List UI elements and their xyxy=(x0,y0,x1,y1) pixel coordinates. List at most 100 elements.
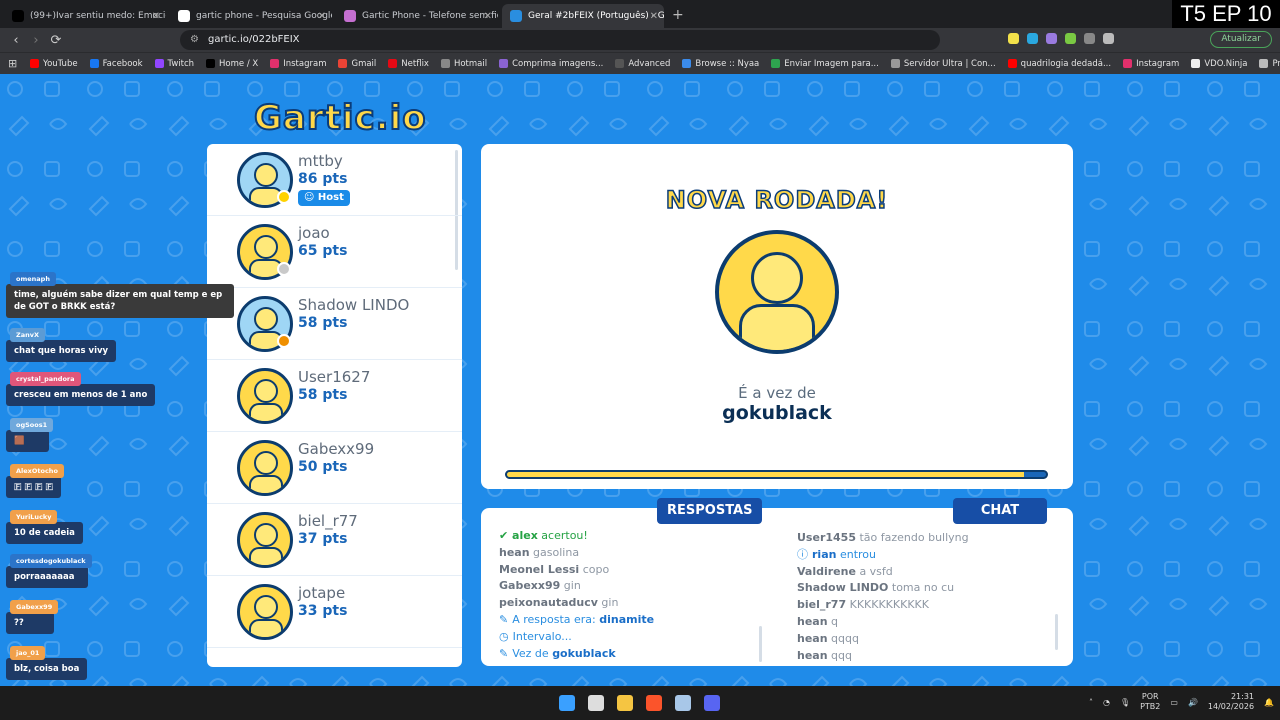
system-label: A resposta era: xyxy=(512,612,596,626)
volume-icon[interactable]: 🔊 xyxy=(1188,698,1198,707)
answer-text: copo xyxy=(582,562,610,576)
player-row[interactable]: Gabexx99 50 pts xyxy=(207,432,462,504)
file-explorer-icon[interactable] xyxy=(617,695,633,711)
extension-icon[interactable] xyxy=(1008,33,1019,44)
forward-icon[interactable]: › xyxy=(26,33,46,48)
bookmark-item[interactable]: Twitch xyxy=(154,58,195,69)
player-row[interactable]: User1627 58 pts xyxy=(207,360,462,432)
bookmark-item[interactable]: Instagram xyxy=(1123,59,1179,69)
answer-line: hean gasolina xyxy=(499,545,654,562)
player-row[interactable]: biel_r77 37 pts xyxy=(207,504,462,576)
language-indicator[interactable]: POR PTB2 xyxy=(1140,692,1160,712)
browser-tab[interactable]: (99+)Ivar sentiu medo: Emocionante✕ xyxy=(4,4,166,28)
close-icon[interactable]: ✕ xyxy=(650,11,658,22)
extension-icon[interactable] xyxy=(1103,33,1114,44)
tab-title: (99+)Ivar sentiu medo: Emocionante xyxy=(30,11,166,21)
round-card: NOVA RODADA! É a vez de gokublack xyxy=(481,144,1073,489)
clock[interactable]: 21:31 14/02/2026 xyxy=(1208,692,1254,712)
answers-scrollbar[interactable] xyxy=(759,626,762,662)
system-value: dinamite xyxy=(599,612,655,626)
browser-tab[interactable]: gartic phone - Pesquisa Google ✕ xyxy=(170,4,332,28)
bookmark-item[interactable]: Comprima imagens... xyxy=(499,59,603,69)
bookmark-icon xyxy=(89,59,99,68)
tray-chevron-icon[interactable]: ˄ xyxy=(1089,698,1093,707)
avatar-body xyxy=(249,403,283,421)
player-points: 50 pts xyxy=(298,459,348,475)
extension-icon[interactable] xyxy=(1065,33,1076,44)
bookmark-icon xyxy=(499,59,509,68)
player-name: joao xyxy=(298,224,330,242)
bookmark-label: Twitch xyxy=(167,58,195,69)
display-icon[interactable]: ▭ xyxy=(1170,698,1178,707)
avatar-body xyxy=(249,475,283,493)
bookmark-item[interactable]: Browse :: Nyaa xyxy=(682,59,759,69)
player-name: biel_r77 xyxy=(298,512,358,530)
player-row[interactable]: Shadow LINDO 58 pts xyxy=(207,288,462,360)
browser-tab[interactable]: Geral #2bFEIX (Português) - Gartic✕ xyxy=(502,4,664,28)
update-button[interactable]: Atualizar xyxy=(1210,31,1272,48)
tab-chat[interactable]: CHAT xyxy=(953,498,1047,524)
player-row[interactable]: joao 65 pts xyxy=(207,216,462,288)
app-icon[interactable] xyxy=(675,695,691,711)
extension-icon[interactable] xyxy=(1046,33,1057,44)
stream-chat-user: cortesdogokublack xyxy=(10,554,92,568)
bookmark-item[interactable]: Hotmail xyxy=(440,59,487,69)
stream-chat-text: time, alguém sabe dizer em qual temp e e… xyxy=(6,284,234,318)
brave-browser-icon[interactable] xyxy=(646,695,662,711)
stream-chat-message: Gabexx99?? xyxy=(6,594,59,634)
site-info-icon[interactable]: ⚙ xyxy=(190,30,199,50)
address-input[interactable]: ⚙ gartic.io/022bFEIX xyxy=(180,30,940,50)
stream-chat-text: 10 de cadeia xyxy=(6,522,83,544)
player-row[interactable]: jotape 33 pts xyxy=(207,576,462,648)
answer-line: peixonautaducv gin xyxy=(499,595,654,612)
stream-chat-text: chat que horas vivy xyxy=(6,340,117,362)
back-icon[interactable]: ‹ xyxy=(6,33,26,48)
bookmark-item[interactable]: Instagram xyxy=(270,59,326,69)
bookmark-item[interactable]: YouTube xyxy=(30,59,78,69)
notifications-icon[interactable]: 🔔 xyxy=(1264,698,1274,707)
chat-scrollbar[interactable] xyxy=(1055,614,1058,650)
chat-text: a vsfd xyxy=(859,564,893,578)
stream-chat-user: ogSoos1 xyxy=(10,418,54,432)
tab-answers[interactable]: RESPOSTAS xyxy=(657,498,763,524)
player-row[interactable]: mttby 86 pts ☺ Host xyxy=(207,144,462,216)
windows-start-icon[interactable] xyxy=(559,695,575,711)
discord-icon[interactable] xyxy=(704,695,720,711)
bookmark-item[interactable]: Gmail xyxy=(338,59,376,69)
bookmark-item[interactable]: VDO.Ninja xyxy=(1191,59,1247,69)
extension-icon[interactable] xyxy=(1027,33,1038,44)
bookmark-item[interactable]: Netflix xyxy=(388,59,429,69)
browser-tab[interactable]: Gartic Phone - Telefone sem fio ✕ xyxy=(336,4,498,28)
network-icon[interactable]: ◔ xyxy=(1103,698,1110,707)
bookmark-icon xyxy=(615,59,625,68)
bookmark-label: Practice xyxy=(1272,58,1280,69)
answer-text: gin xyxy=(563,579,581,593)
bookmark-item[interactable]: Enviar Imagem para... xyxy=(771,59,879,69)
close-icon[interactable]: ✕ xyxy=(318,11,326,22)
extensions-puzzle-icon[interactable] xyxy=(1084,33,1095,44)
bookmark-item[interactable]: Practice xyxy=(1259,59,1280,69)
bookmark-item[interactable]: Facebook xyxy=(89,59,143,69)
stream-chat-message: ogSoos1 🟫 xyxy=(6,412,54,452)
episode-badge: T5 EP 10 xyxy=(1172,0,1280,28)
player-name: User1627 xyxy=(298,368,371,386)
bookmark-item[interactable]: Advanced xyxy=(615,59,670,69)
bookmark-label: Advanced xyxy=(628,58,671,69)
microphone-icon[interactable]: 🎙 xyxy=(1120,698,1130,707)
bookmark-label: Instagram xyxy=(283,58,327,69)
bookmark-item[interactable]: Servidor Ultra | Con... xyxy=(890,59,996,69)
new-tab-icon[interactable]: + xyxy=(672,4,684,28)
gartic-phone-icon xyxy=(344,10,356,22)
apps-grid-icon[interactable]: ⊞ xyxy=(8,57,17,70)
close-icon[interactable]: ✕ xyxy=(152,11,160,22)
player-points: 58 pts xyxy=(298,315,348,331)
bookmark-item[interactable]: quadrilogia dedadá... xyxy=(1007,59,1111,69)
bookmark-icon xyxy=(30,59,39,68)
search-icon[interactable] xyxy=(588,695,604,711)
avatar-face xyxy=(751,252,803,304)
language-code: POR xyxy=(1141,692,1159,701)
reload-icon[interactable]: ⟳ xyxy=(46,33,66,48)
close-icon[interactable]: ✕ xyxy=(484,11,492,22)
bookmark-item[interactable]: Home / X xyxy=(206,59,258,69)
stream-chat-user: YuriLucky xyxy=(10,510,58,524)
